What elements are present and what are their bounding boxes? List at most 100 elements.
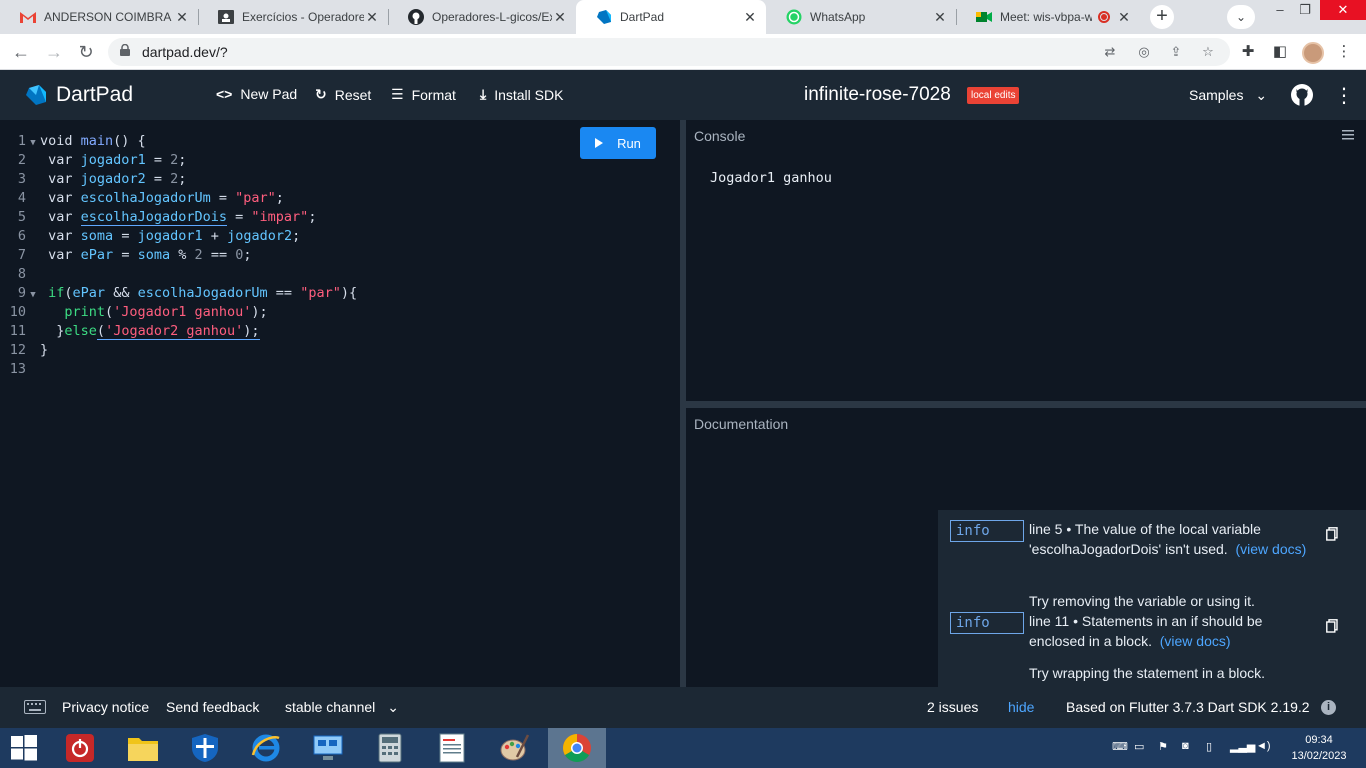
github-icon[interactable] [1290,83,1314,107]
run-button[interactable]: Run [580,127,656,159]
new-pad-label: New Pad [240,86,298,102]
chrome-icon[interactable] [557,732,597,764]
issue-fix: Try removing the variable or using it. [1029,593,1255,609]
channel-label: stable channel [285,699,376,715]
browser-tab-meet[interactable]: Meet: wis-vbpa-wz ✕ [956,0,1140,34]
code-line: 4 var escolhaJogadorUm = "par"; [17,190,284,206]
severity-badge: info [950,520,1024,542]
new-pad-button[interactable]: <> New Pad [216,86,297,102]
eye-slash-icon[interactable]: ◎ [1134,44,1154,60]
power-icon[interactable] [60,732,100,764]
tab-title: Operadores-L-gicos/Exe [432,10,552,24]
close-tab-icon[interactable]: ✕ [932,9,948,26]
internet-explorer-icon[interactable] [246,732,286,764]
console-output: Jogador1 ganhou [710,170,832,186]
code-line: 6 var soma = jogador1 + jogador2; [17,228,301,244]
browser-tab-dartpad[interactable]: DartPad ✕ [576,0,766,34]
network-computer-icon[interactable] [308,732,348,764]
issue-message: line 11 • Statements in an if should be … [1029,613,1263,649]
clear-console-icon[interactable] [1342,130,1354,140]
close-tab-icon[interactable]: ✕ [1116,9,1132,26]
issue-fix: Try wrapping the statement in a block. [1029,665,1266,681]
privacy-notice-link[interactable]: Privacy notice [62,699,149,715]
back-icon[interactable]: ← [9,40,33,64]
download-icon: ⤓ [480,86,487,102]
gmail-icon [20,9,36,25]
paint-icon[interactable] [494,732,534,764]
chrome-menu-icon[interactable]: ⋮ [1334,42,1354,62]
chevron-down-icon: ⌄ [387,699,399,715]
pad-title[interactable]: infinite-rose-7028 [804,84,951,106]
info-icon[interactable]: i [1321,700,1336,715]
close-tab-icon[interactable]: ✕ [174,9,190,26]
lock-icon [120,44,130,56]
address-bar[interactable]: dartpad.dev/? ⇄ ◎ ⇪ ☆ [108,38,1230,66]
code-line: 7 var ePar = soma % 2 == 0; [17,247,252,263]
view-docs-link[interactable]: (view docs) [1235,541,1306,557]
code-line: 10 print('Jogador1 ganhou'); [9,304,268,320]
url-text: dartpad.dev/? [142,44,228,60]
bookmark-star-icon[interactable]: ☆ [1198,44,1218,60]
install-sdk-button[interactable]: ⤓ Install SDK [480,86,563,103]
browser-tab-github[interactable]: Operadores-L-gicos/Exe ✕ [388,0,576,34]
flag-icon[interactable]: ⚑ [1158,740,1168,753]
reload-icon[interactable]: ↻ [74,40,98,64]
code-editor[interactable]: 1 ▼ void main() { 2 var jogador1 = 2; 3 va… [0,120,680,687]
close-tab-icon[interactable]: ✕ [742,9,758,26]
more-vert-icon[interactable]: ⋮ [1334,83,1354,108]
issues-count: 2 issues [927,699,979,715]
translate-icon[interactable]: ⇄ [1100,44,1120,60]
clock-date: 13/02/2023 [1291,750,1347,762]
profile-avatar[interactable] [1302,42,1324,64]
camera-icon[interactable]: ◙ [1182,740,1189,752]
close-tab-icon[interactable]: ✕ [364,9,380,26]
clock-time: 09:34 [1305,734,1333,746]
display-icon[interactable]: ▭ [1134,740,1144,753]
reset-button[interactable]: ↻ Reset [315,86,371,103]
network-signal-icon[interactable]: ▂▃▅ [1230,740,1255,753]
windows-start-icon[interactable] [4,732,44,764]
close-tab-icon[interactable]: ✕ [552,9,568,26]
battery-icon[interactable]: ▯ [1206,740,1212,753]
close-window-icon[interactable]: ✕ [1320,0,1366,20]
copy-icon[interactable] [1326,619,1338,633]
system-clock[interactable]: 09:34 13/02/2023 [1286,732,1352,764]
code-line: 11 }else('Jogador2 ganhou'); [9,323,260,340]
browser-tab-whatsapp[interactable]: WhatsApp ✕ [766,0,956,34]
volume-icon[interactable]: ◄) [1256,740,1271,752]
calculator-icon[interactable] [370,732,410,764]
shield-icon[interactable] [185,732,225,764]
keyboard-icon[interactable] [24,700,46,714]
keyboard-layout-icon[interactable]: ⌨ [1112,740,1128,753]
hide-issues-link[interactable]: hide [1008,699,1034,715]
issues-panel: info line 5 • The value of the local var… [938,510,1366,687]
channel-dropdown[interactable]: stable channel ⌄ [285,699,399,716]
extensions-icon[interactable]: ✚ [1238,42,1258,62]
text-editor-icon[interactable] [432,732,472,764]
code-line: 12} [9,342,49,358]
code-line: 13 [9,361,26,377]
share-icon[interactable]: ⇪ [1166,44,1186,60]
severity-badge: info [950,612,1024,634]
samples-dropdown[interactable]: Samples ⌄ [1189,87,1267,104]
view-docs-link[interactable]: (view docs) [1160,633,1231,649]
copy-icon[interactable] [1326,527,1338,541]
dartpad-footer: Privacy notice Send feedback stable chan… [0,687,1366,728]
restore-icon[interactable]: ❐ [1290,0,1320,20]
new-tab-button[interactable]: + [1150,5,1174,29]
side-panel-icon[interactable]: ◧ [1270,42,1290,62]
code-line: 5 var escolhaJogadorDois = "impar"; [17,209,317,226]
browser-tab-gmail[interactable]: ANDERSON COIMBRA ✕ [0,0,198,34]
format-button[interactable]: ☰ Format [391,86,456,103]
forward-icon[interactable]: → [42,40,66,64]
console-label: Console [694,128,746,144]
console-panel: Console Jogador1 ganhou [686,120,1366,401]
documentation-label: Documentation [694,416,789,432]
sdk-version-info: Based on Flutter 3.7.3 Dart SDK 2.19.2 [1066,699,1310,715]
tab-title: Exercícios - Operadores [242,10,364,24]
browser-tab-classroom[interactable]: Exercícios - Operadores ✕ [198,0,388,34]
file-explorer-icon[interactable] [123,732,163,764]
send-feedback-link[interactable]: Send feedback [166,699,259,715]
tab-search-button[interactable]: ⌄ [1227,5,1255,29]
horizontal-splitter[interactable] [686,401,1366,408]
